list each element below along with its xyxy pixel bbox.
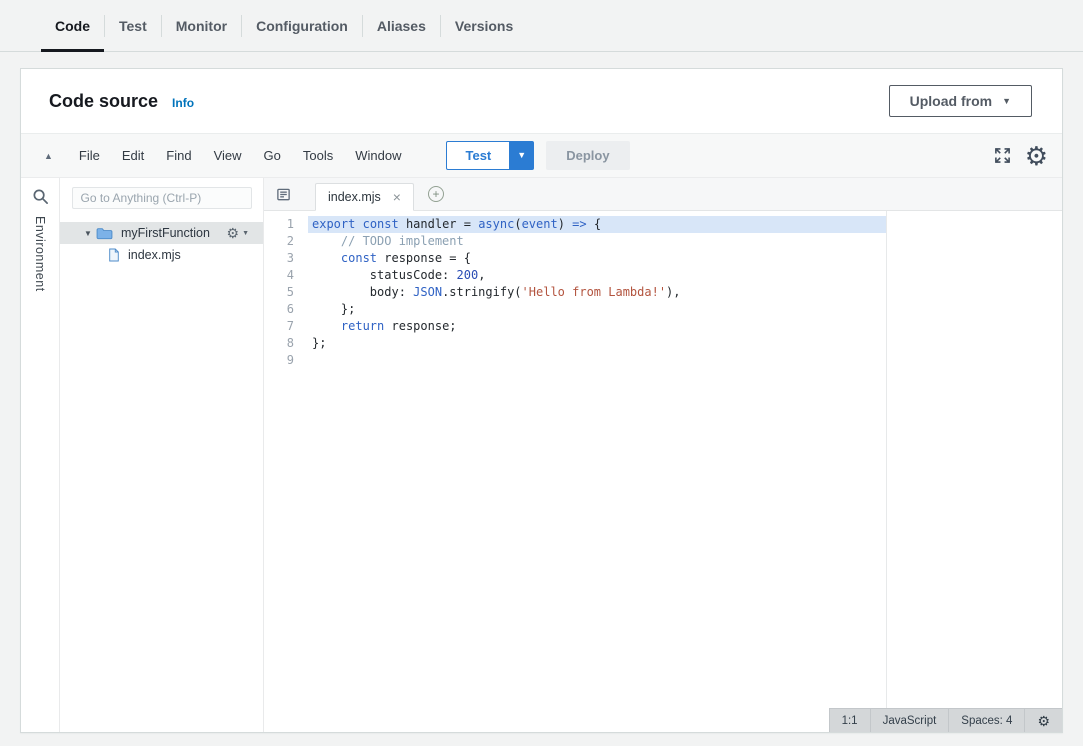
line-number[interactable]: 3 xyxy=(264,250,308,267)
print-margin-ruler xyxy=(886,211,887,732)
tree-settings-button[interactable]: ⚙ ▼ xyxy=(227,226,250,240)
line-number[interactable]: 6 xyxy=(264,301,308,318)
caret-down-icon[interactable]: ▼ xyxy=(84,229,96,238)
gear-icon: ⚙ xyxy=(227,226,240,240)
menu-go[interactable]: Go xyxy=(253,148,292,163)
function-nav-tabs: Code Test Monitor Configuration Aliases … xyxy=(0,0,1083,52)
line-number[interactable]: 4 xyxy=(264,267,308,284)
fullscreen-icon[interactable] xyxy=(992,145,1013,166)
gutter: 123456789 xyxy=(264,211,308,732)
file-tree-panel: ▼ myFirstFunction ⚙ ▼ xyxy=(60,178,264,732)
line-number[interactable]: 5 xyxy=(264,284,308,301)
tab-code-label: Code xyxy=(55,18,90,34)
menu-view[interactable]: View xyxy=(203,148,253,163)
environment-vertical-tab[interactable]: Environment xyxy=(33,216,47,292)
tab-configuration-label: Configuration xyxy=(256,18,348,34)
status-language[interactable]: JavaScript xyxy=(870,709,949,732)
status-cursor-position[interactable]: 1:1 xyxy=(830,709,870,732)
left-rail: Environment xyxy=(21,178,60,732)
tab-aliases-label: Aliases xyxy=(377,18,426,34)
code-editor[interactable]: 123456789 export const handler = async(e… xyxy=(264,211,1062,732)
deploy-button[interactable]: Deploy xyxy=(546,141,629,170)
editor-tab-index-mjs[interactable]: index.mjs × xyxy=(315,183,414,211)
upload-from-button[interactable]: Upload from ▼ xyxy=(889,85,1032,117)
editor-settings-gear-icon[interactable]: ⚙ xyxy=(1025,143,1048,169)
code-line[interactable]: }; xyxy=(308,335,1062,352)
test-button[interactable]: Test xyxy=(446,141,510,170)
file-icon xyxy=(108,248,120,262)
root-folder-label: myFirstFunction xyxy=(121,226,210,240)
tab-aliases[interactable]: Aliases xyxy=(363,0,440,51)
tree-row-index-mjs[interactable]: index.mjs xyxy=(60,244,263,266)
editor-tab-label: index.mjs xyxy=(328,190,381,204)
code-line[interactable]: export const handler = async(event) => { xyxy=(308,216,886,233)
status-indentation[interactable]: Spaces: 4 xyxy=(948,709,1024,732)
caret-down-icon: ▼ xyxy=(242,230,249,237)
code-line[interactable]: statusCode: 200, xyxy=(308,267,1062,284)
tab-monitor[interactable]: Monitor xyxy=(162,0,241,51)
status-settings-button[interactable]: ⚙ xyxy=(1024,709,1062,732)
gear-icon: ⚙ xyxy=(1037,714,1050,728)
tab-versions[interactable]: Versions xyxy=(441,0,527,51)
collapse-panel-icon[interactable]: ▲ xyxy=(37,151,60,161)
tab-test[interactable]: Test xyxy=(105,0,161,51)
test-dropdown-button[interactable]: ▼ xyxy=(510,141,534,170)
editor-status-bar: 1:1 JavaScript Spaces: 4 ⚙ xyxy=(829,708,1062,732)
tab-test-label: Test xyxy=(119,18,147,34)
tab-code[interactable]: Code xyxy=(41,0,104,51)
folder-icon xyxy=(96,227,113,240)
line-number[interactable]: 1 xyxy=(264,216,308,233)
tab-configuration[interactable]: Configuration xyxy=(242,0,362,51)
goto-anything-input[interactable] xyxy=(72,187,252,209)
add-tab-button[interactable]: + xyxy=(428,186,444,202)
code-line[interactable]: return response; xyxy=(308,318,1062,335)
line-number[interactable]: 8 xyxy=(264,335,308,352)
line-number[interactable]: 2 xyxy=(264,233,308,250)
menu-window[interactable]: Window xyxy=(344,148,412,163)
code-line[interactable]: const response = { xyxy=(308,250,1062,267)
upload-from-label: Upload from xyxy=(910,93,992,109)
code-line[interactable]: body: JSON.stringify('Hello from Lambda!… xyxy=(308,284,1062,301)
file-tree: ▼ myFirstFunction ⚙ ▼ xyxy=(60,222,263,266)
test-split-button: Test ▼ xyxy=(446,141,534,170)
editor-column: index.mjs × + 123456789 export const han… xyxy=(264,178,1062,732)
line-number[interactable]: 7 xyxy=(264,318,308,335)
close-icon[interactable]: × xyxy=(393,190,401,204)
tab-monitor-label: Monitor xyxy=(176,18,227,34)
tab-list-icon[interactable] xyxy=(274,185,293,204)
menu-edit[interactable]: Edit xyxy=(111,148,155,163)
search-icon[interactable] xyxy=(32,188,49,205)
tree-row-root-folder[interactable]: ▼ myFirstFunction ⚙ ▼ xyxy=(60,222,263,244)
code-line[interactable] xyxy=(308,352,1062,369)
menu-file[interactable]: File xyxy=(68,148,111,163)
editor-menus: File Edit Find View Go Tools Window xyxy=(68,148,413,163)
editor-tab-bar: index.mjs × + xyxy=(264,178,1062,211)
editor-workspace: Environment ▼ myFirstFunction ⚙ ▼ xyxy=(21,178,1062,732)
panel-header: Code source Info Upload from ▼ xyxy=(21,69,1062,134)
page-title: Code source xyxy=(49,91,158,112)
panel-title-group: Code source Info xyxy=(49,91,194,112)
code-source-panel: Code source Info Upload from ▼ ▲ File Ed… xyxy=(20,68,1063,733)
plus-icon: + xyxy=(432,188,439,200)
line-number[interactable]: 9 xyxy=(264,352,308,369)
code-line[interactable]: // TODO implement xyxy=(308,233,1062,250)
menu-tools[interactable]: Tools xyxy=(292,148,344,163)
caret-down-icon: ▼ xyxy=(1002,97,1011,106)
menu-find[interactable]: Find xyxy=(155,148,202,163)
file-label: index.mjs xyxy=(128,248,181,262)
code-line[interactable]: }; xyxy=(308,301,1062,318)
code-lines: export const handler = async(event) => {… xyxy=(308,211,1062,732)
tab-versions-label: Versions xyxy=(455,18,513,34)
editor-toolbar: ▲ File Edit Find View Go Tools Window Te… xyxy=(21,134,1062,178)
info-link[interactable]: Info xyxy=(172,96,194,110)
caret-down-icon: ▼ xyxy=(517,151,526,160)
